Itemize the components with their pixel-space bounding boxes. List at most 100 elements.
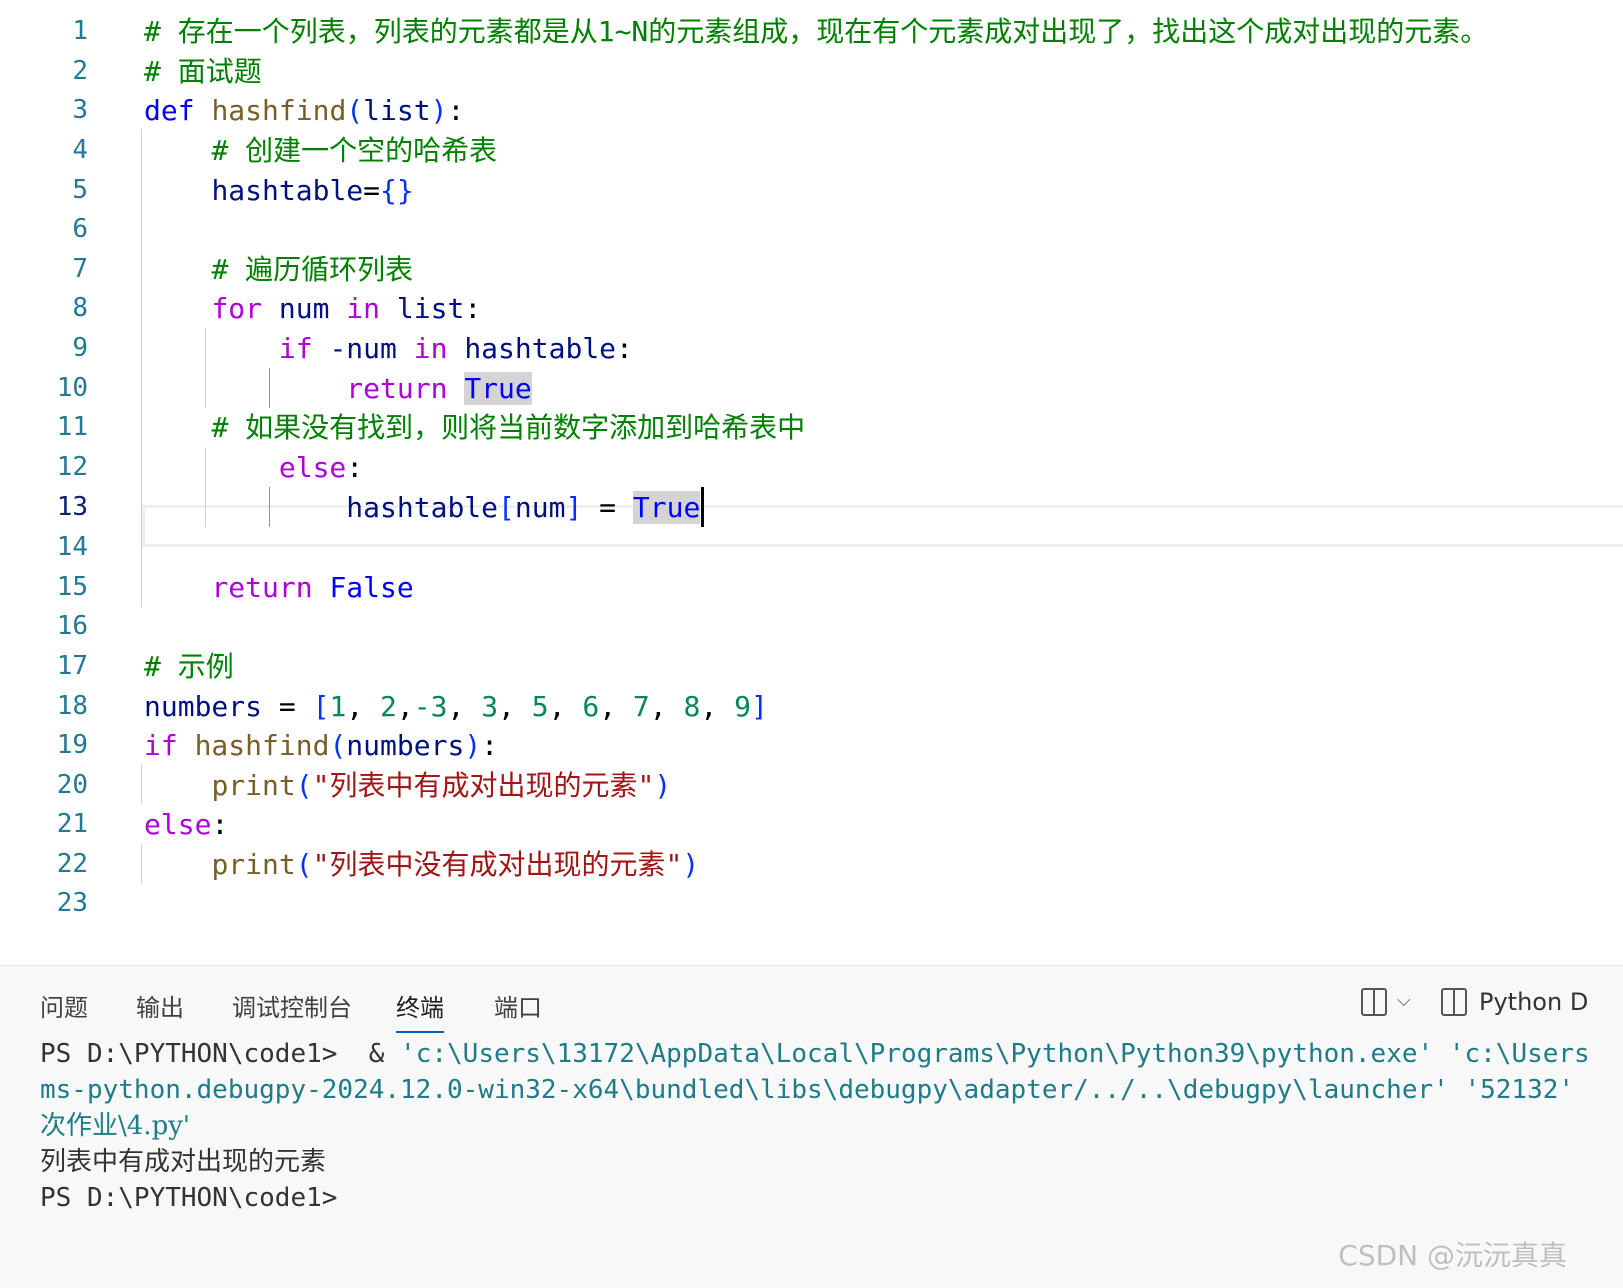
line-number: 1 bbox=[72, 16, 88, 46]
constant-highlighted: True bbox=[464, 372, 532, 405]
code-line[interactable]: 22 print("列表中没有成对出现的元素") bbox=[0, 844, 1623, 885]
code-line[interactable]: 10 return True bbox=[0, 368, 1623, 409]
code-text: # 创建一个空的哈希表 bbox=[144, 130, 497, 171]
comment: # 示例 bbox=[144, 650, 234, 683]
comment: # 遍历循环列表 bbox=[211, 253, 414, 286]
colon: : bbox=[481, 729, 499, 762]
line-number: 22 bbox=[56, 849, 88, 879]
code-text: print("列表中没有成对出现的元素") bbox=[144, 844, 699, 885]
line-number: 6 bbox=[72, 214, 88, 244]
code-text: else: bbox=[144, 447, 363, 488]
terminal-line: PS D:\PYTHON\code1> & 'c:\Users\13172\Ap… bbox=[40, 1036, 1623, 1072]
colon: : bbox=[616, 332, 633, 365]
bracket: ( bbox=[295, 848, 313, 881]
code-line[interactable]: 19 if hashfind(numbers): bbox=[0, 725, 1623, 766]
keyword: if bbox=[278, 332, 313, 365]
text-cursor bbox=[701, 487, 705, 527]
code-text: # 面试题 bbox=[144, 51, 262, 92]
code-line[interactable]: 12 else: bbox=[0, 447, 1623, 488]
variable: num bbox=[278, 292, 330, 325]
code-line[interactable]: 11 # 如果没有找到，则将当前数字添加到哈希表中 bbox=[0, 407, 1623, 448]
colon: : bbox=[346, 451, 364, 484]
separator: , bbox=[447, 690, 482, 723]
line-number: 19 bbox=[56, 730, 88, 760]
code-line[interactable]: 16 bbox=[0, 606, 1623, 647]
number: -3 bbox=[413, 690, 448, 723]
code-line[interactable]: 23 bbox=[0, 883, 1623, 924]
terminal-output[interactable]: PS D:\PYTHON\code1> & 'c:\Users\13172\Ap… bbox=[40, 1036, 1623, 1216]
keyword: in bbox=[346, 292, 381, 325]
separator: , bbox=[346, 690, 381, 723]
terminal-instance-label[interactable]: Python D bbox=[1479, 988, 1588, 1016]
terminal-split-icon[interactable] bbox=[1441, 988, 1467, 1016]
code-line[interactable]: 1 # 存在一个列表，列表的元素都是从1~N的元素组成，现在有个元素成对出现了，… bbox=[0, 11, 1623, 52]
code-text: return True bbox=[144, 368, 532, 409]
code-text: for num in list: bbox=[144, 288, 481, 329]
code-line[interactable]: 14 bbox=[0, 527, 1623, 568]
string-literal: "列表中没有成对出现的元素" bbox=[312, 848, 683, 881]
line-number: 20 bbox=[56, 770, 88, 800]
bracket: {} bbox=[380, 174, 414, 207]
number: 3 bbox=[481, 690, 499, 723]
tab-output[interactable]: 输出 bbox=[136, 988, 184, 1023]
function-name: hashfind bbox=[211, 94, 347, 127]
code-line[interactable]: 9 if -num in hashtable: bbox=[0, 328, 1623, 369]
number: 9 bbox=[734, 690, 751, 723]
line-number: 3 bbox=[72, 95, 88, 125]
code-line[interactable]: 17 # 示例 bbox=[0, 646, 1623, 687]
line-number: 21 bbox=[56, 809, 88, 839]
panel-actions: ⌵ Python D bbox=[1353, 984, 1623, 1024]
line-number: 10 bbox=[56, 373, 88, 403]
line-number: 13 bbox=[56, 492, 88, 522]
parameter: list bbox=[363, 94, 431, 127]
tab-ports[interactable]: 端口 bbox=[494, 988, 542, 1023]
code-line[interactable]: 21 else: bbox=[0, 804, 1623, 845]
comment: # 如果没有找到，则将当前数字添加到哈希表中 bbox=[211, 411, 806, 444]
separator: , bbox=[649, 690, 684, 723]
code-line[interactable]: 5 hashtable={} bbox=[0, 170, 1623, 211]
tab-problems[interactable]: 问题 bbox=[40, 988, 88, 1023]
code-line[interactable]: 8 for num in list: bbox=[0, 288, 1623, 329]
separator: , bbox=[396, 690, 414, 723]
comment: # 创建一个空的哈希表 bbox=[211, 134, 498, 167]
colon: : bbox=[211, 808, 229, 841]
line-number: 14 bbox=[56, 532, 88, 562]
terminal-line: 列表中有成对出现的元素 bbox=[40, 1144, 1623, 1180]
code-line[interactable]: 2 # 面试题 bbox=[0, 51, 1623, 92]
terminal-string: ms-python.debugpy-2024.12.0-win32-x64\bu… bbox=[40, 1075, 1449, 1105]
number: 6 bbox=[582, 690, 600, 723]
variable: num bbox=[514, 491, 566, 524]
line-number: 9 bbox=[72, 333, 88, 363]
operator: = bbox=[582, 491, 633, 524]
bracket: [ bbox=[498, 491, 515, 524]
code-text: # 遍历循环列表 bbox=[144, 249, 413, 290]
code-line[interactable]: 3 def hashfind(list): bbox=[0, 90, 1623, 131]
split-editor-icon[interactable] bbox=[1361, 988, 1387, 1016]
line-number: 8 bbox=[72, 293, 88, 323]
chevron-down-icon[interactable]: ⌵ bbox=[1397, 990, 1411, 1011]
comment: # 面试题 bbox=[144, 55, 262, 88]
code-editor[interactable]: 1 # 存在一个列表，列表的元素都是从1~N的元素组成，现在有个元素成对出现了，… bbox=[0, 0, 1623, 965]
code-text: hashtable={} bbox=[144, 170, 414, 211]
line-number: 17 bbox=[56, 651, 88, 681]
comment: # 存在一个列表，列表的元素都是从1~N的元素组成，现在有个元素成对出现了，找出… bbox=[144, 15, 1489, 48]
watermark: CSDN @沅沅真真 bbox=[1338, 1239, 1567, 1272]
code-line[interactable]: 6 bbox=[0, 209, 1623, 250]
bracket: ] bbox=[750, 690, 768, 723]
code-text: else: bbox=[144, 804, 228, 845]
constant: False bbox=[329, 571, 414, 604]
code-text: def hashfind(list): bbox=[144, 90, 464, 131]
line-number: 7 bbox=[72, 254, 88, 284]
code-line[interactable]: 15 return False bbox=[0, 567, 1623, 608]
tab-terminal[interactable]: 终端 bbox=[396, 988, 444, 1033]
line-number: 18 bbox=[56, 691, 88, 721]
code-line-active[interactable]: 13 hashtable[num] = True bbox=[0, 487, 1623, 528]
code-line[interactable]: 4 # 创建一个空的哈希表 bbox=[0, 130, 1623, 171]
operator: = bbox=[363, 174, 381, 207]
code-line[interactable]: 20 print("列表中有成对出现的元素") bbox=[0, 765, 1623, 806]
tab-debug-console[interactable]: 调试控制台 bbox=[232, 988, 352, 1023]
variable: list bbox=[396, 292, 465, 325]
operator: = bbox=[262, 690, 313, 723]
code-line[interactable]: 7 # 遍历循环列表 bbox=[0, 249, 1623, 290]
code-line[interactable]: 18 numbers = [1, 2,-3, 3, 5, 6, 7, 8, 9] bbox=[0, 686, 1623, 727]
